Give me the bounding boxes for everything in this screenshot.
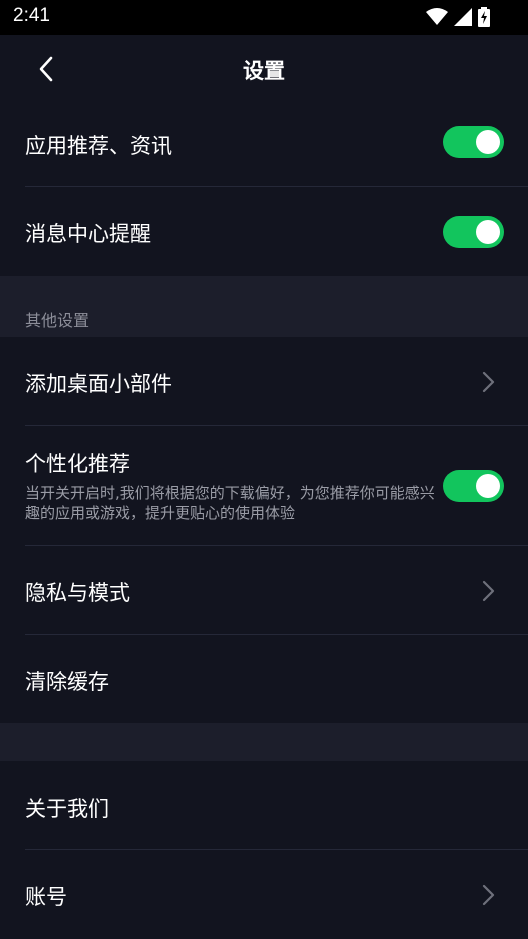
section-title-other: 其他设置 (25, 311, 90, 330)
battery-charging-icon (478, 7, 490, 27)
account-label: 账号 (25, 885, 67, 909)
setting-row-clear-cache[interactable]: 清除缓存 (0, 635, 528, 723)
page-title: 设置 (243, 59, 285, 83)
chevron-right-icon (482, 580, 495, 602)
app-recommend-label: 应用推荐、资讯 (25, 134, 172, 158)
status-bar: 2:41 (0, 0, 528, 35)
setting-row-personalized: 个性化推荐 当开关开启时,我们将根据您的下载偏好，为您推荐你可能感兴趣的应用或游… (0, 426, 528, 546)
app-recommend-toggle[interactable] (443, 126, 504, 158)
wifi-icon (426, 8, 448, 25)
clear-cache-label: 清除缓存 (25, 670, 109, 694)
setting-row-add-widget[interactable]: 添加桌面小部件 (0, 337, 528, 426)
privacy-label: 隐私与模式 (25, 581, 130, 605)
setting-row-app-recommend: 应用推荐、资讯 (0, 105, 528, 187)
signal-icon (454, 8, 472, 26)
section-header-other: 其他设置 (0, 276, 528, 337)
chevron-right-icon (482, 371, 495, 393)
personalized-label: 个性化推荐 (25, 452, 130, 476)
add-widget-label: 添加桌面小部件 (25, 372, 172, 396)
setting-row-message-center: 消息中心提醒 (0, 187, 528, 276)
nav-bar: 设置 (0, 35, 528, 105)
setting-row-account[interactable]: 账号 (0, 850, 528, 939)
setting-row-about[interactable]: 关于我们 (0, 761, 528, 850)
message-center-toggle[interactable] (443, 216, 504, 248)
toggle-knob (476, 220, 500, 244)
setting-row-privacy[interactable]: 隐私与模式 (0, 546, 528, 635)
toggle-knob (476, 474, 500, 498)
about-label: 关于我们 (25, 797, 109, 821)
toggle-knob (476, 130, 500, 154)
personalized-description: 当开关开启时,我们将根据您的下载偏好，为您推荐你可能感兴趣的应用或游戏，提升更贴… (25, 484, 435, 522)
status-icons (426, 7, 490, 27)
section-spacer (0, 723, 528, 761)
message-center-label: 消息中心提醒 (25, 222, 151, 246)
status-time: 2:41 (13, 5, 50, 26)
chevron-right-icon (482, 884, 495, 906)
personalized-toggle[interactable] (443, 470, 504, 502)
